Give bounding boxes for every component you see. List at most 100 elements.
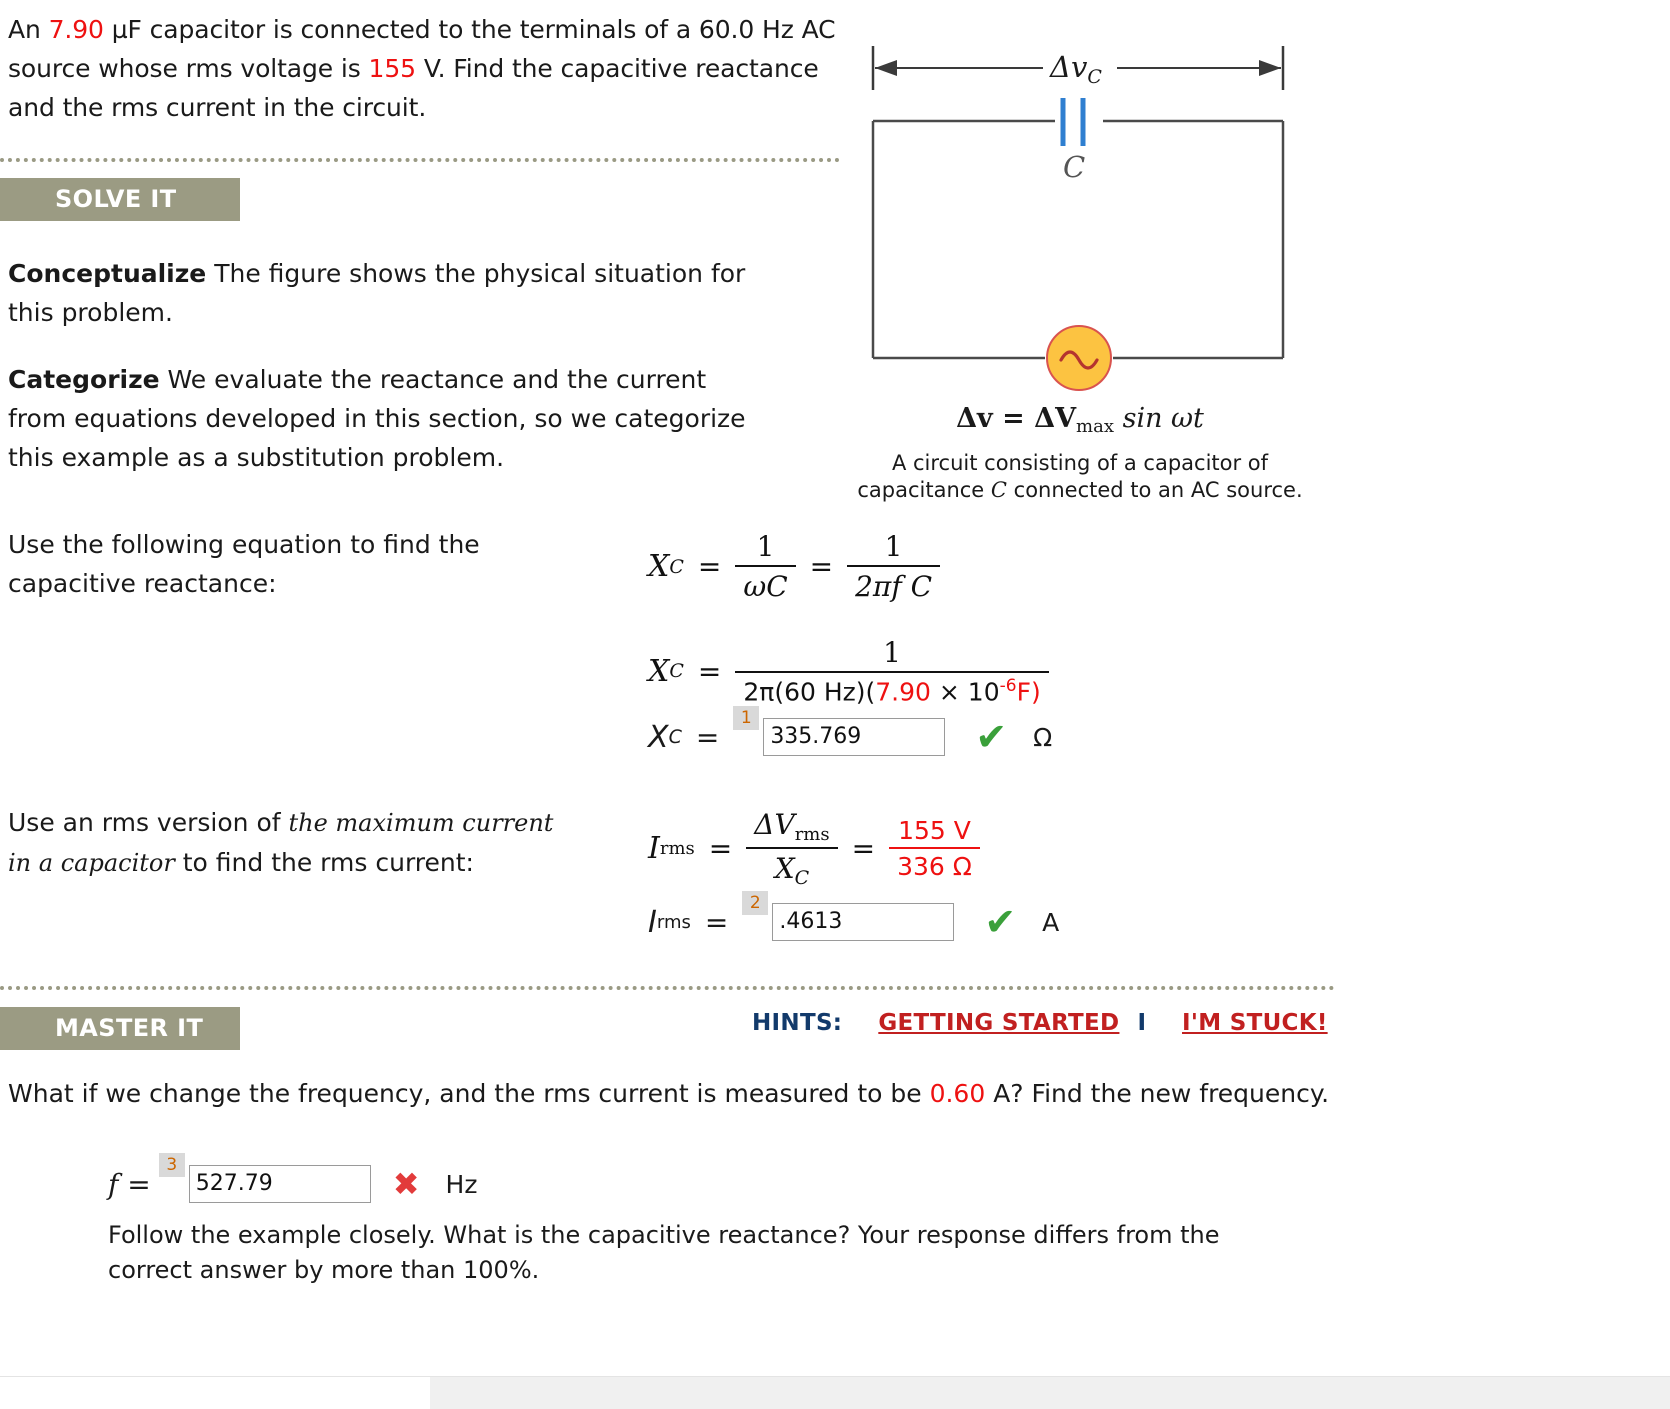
hint-getting-started-link[interactable]: GETTING STARTED — [878, 1010, 1119, 1036]
xc-symbol: X — [648, 549, 670, 584]
fraction2-numerator: 1 — [884, 530, 903, 563]
frequency-label: f = — [108, 1167, 151, 1201]
section-tab-solve-it: SOLVE IT — [0, 178, 240, 221]
fraction-1-over-2pifc: 1 2πf C — [847, 530, 941, 603]
master-it-question: What if we change the frequency, and the… — [8, 1075, 1408, 1113]
source-equation: Δv = ΔVmax sin ωt — [855, 405, 1305, 440]
irms-denominator-symbol: X — [774, 852, 795, 885]
answer-row-irms: Irms = 2 .4613 ✔ A — [648, 891, 1060, 944]
caption-line-2b: connected to an AC source. — [1006, 478, 1303, 502]
delta-vc-subscript: C — [1087, 66, 1102, 88]
denominator-part-1: 2π(60 Hz)( — [743, 677, 876, 707]
irms-subscript: rms — [659, 838, 695, 859]
answer-badge-3[interactable]: 3 — [158, 1153, 185, 1177]
irms-numeric-numerator: 155 V — [898, 816, 971, 845]
capacitor-label: C — [1063, 150, 1086, 184]
denominator-part-2: × 10 — [930, 677, 1000, 707]
equation-xc-symbolic: XC = 1 ωC = 1 2πf C — [648, 530, 941, 603]
answer-input-irms[interactable]: .4613 — [772, 903, 955, 941]
caption-line-2a: capacitance — [857, 478, 991, 502]
delta-vc-text: Δv — [1050, 50, 1088, 84]
problem-voltage-value: 155 — [368, 54, 417, 83]
problem-text-before: An — [8, 15, 49, 44]
irms-symbol: I — [648, 831, 660, 866]
fraction-dvrms-over-xc: ΔVrms XC — [746, 808, 838, 889]
use-equation-instruction: Use the following equation to find the c… — [8, 530, 480, 598]
problem-statement: An 7.90 µF capacitor is connected to the… — [8, 10, 838, 127]
circuit-figure: ΔvC C — [855, 28, 1305, 458]
answer-input-xc[interactable]: 335.769 — [763, 718, 946, 756]
conceptualize-lead: Conceptualize — [8, 259, 207, 288]
equation-xc-numeric: XC = 1 2π(60 Hz)(7.90 × 10-6F) — [648, 636, 1049, 706]
xc-numeric-symbol: X — [648, 653, 670, 689]
answer-irms-symbol: I — [648, 904, 657, 940]
delta-vc-label: ΔvC — [1050, 50, 1102, 88]
conceptualize-paragraph: Conceptualize The figure shows the physi… — [8, 254, 798, 332]
bottom-strip — [0, 1376, 1670, 1409]
irms-equals-2: = — [851, 832, 876, 865]
hints-separator: I — [1137, 1010, 1147, 1036]
correct-check-icon-2: ✔ — [984, 900, 1017, 944]
caption-line-1: A circuit consisting of a capacitor of — [891, 451, 1269, 475]
fraction-155v-over-336ohm: 155 V 336 Ω — [889, 816, 980, 881]
fraction-1-over-omega-c: 1 ωC — [735, 530, 796, 603]
irms-denominator-subscript: C — [794, 867, 810, 889]
denominator-part-3: F) — [1016, 677, 1041, 707]
figure-caption: Δv = ΔVmax sin ωt A circuit consisting o… — [855, 405, 1305, 504]
equals-2: = — [809, 550, 834, 583]
answer-row-xc: XC = 1 335.769 ✔ Ω — [648, 706, 1053, 759]
feedback-message: Follow the example closely. What is the … — [108, 1221, 1220, 1284]
irms-denominator: XC — [767, 849, 817, 889]
caption-line-2: capacitance C connected to an AC source. — [855, 477, 1305, 504]
use-rms-instruction: Use an rms version of the maximum curren… — [8, 803, 578, 883]
problem-capacitance-value: 7.90 — [48, 15, 104, 44]
bottom-strip-shade — [430, 1377, 1670, 1409]
irms-numerator-subscript: rms — [794, 824, 830, 845]
irms-numerator: ΔVrms — [746, 808, 837, 847]
use-rms-prefix: Use an rms version of — [8, 808, 289, 837]
hint-im-stuck-link[interactable]: I'M STUCK! — [1182, 1010, 1328, 1036]
denominator-exponent: -6 — [999, 676, 1017, 696]
answer-xc-subscript: C — [668, 726, 682, 748]
numeric-denominator: 2π(60 Hz)(7.90 × 10-6F) — [735, 673, 1048, 706]
divider-middle — [0, 986, 1335, 990]
divider-top — [0, 158, 840, 162]
hints-label: HINTS: — [752, 1010, 843, 1036]
source-equation-subscript: max — [1076, 416, 1114, 437]
answer-badge-2[interactable]: 2 — [742, 891, 769, 915]
irms-numerator-symbol: ΔV — [754, 808, 795, 841]
master-question-current: 0.60 — [929, 1079, 986, 1108]
source-equation-main: Δv = ΔV — [956, 403, 1077, 434]
answer-xc-equals: = — [695, 720, 720, 754]
answer-unit-ampere: A — [1042, 907, 1060, 937]
equation-irms-symbolic: Irms = ΔVrms XC = 155 V 336 Ω — [648, 808, 980, 889]
answer-input-frequency[interactable]: 527.79 — [188, 1165, 371, 1203]
fraction2-denominator: 2πf C — [855, 570, 933, 603]
categorize-lead: Categorize — [8, 365, 160, 394]
hints-bar: HINTS: GETTING STARTED I I'M STUCK! — [752, 1010, 1328, 1036]
correct-check-icon-1: ✔ — [975, 715, 1008, 759]
xc-numeric-subscript: C — [669, 660, 684, 683]
circuit-diagram-svg — [871, 46, 1285, 391]
answer-irms-equals: = — [704, 905, 729, 939]
categorize-paragraph: Categorize We evaluate the reactance and… — [8, 360, 768, 477]
answer-irms-subscript: rms — [656, 911, 691, 933]
irms-numeric-denominator: 336 Ω — [897, 852, 972, 881]
numeric-numerator: 1 — [883, 636, 901, 669]
fraction-numeric: 1 2π(60 Hz)(7.90 × 10-6F) — [735, 636, 1049, 706]
equals-1: = — [697, 550, 722, 583]
answer-unit-ohm: Ω — [1033, 722, 1053, 752]
answer-xc-symbol: X — [648, 719, 669, 755]
source-equation-tail: sin ωt — [1114, 403, 1204, 434]
answer-row-frequency: f = 3 527.79 ✖ Hz — [108, 1153, 477, 1203]
master-question-before: What if we change the frequency, and the… — [8, 1079, 930, 1108]
answer-badge-1[interactable]: 1 — [733, 706, 760, 730]
irms-equals-1: = — [708, 832, 733, 865]
xc-subscript: C — [669, 555, 684, 578]
incorrect-cross-icon: ✖ — [392, 1165, 420, 1203]
caption-capacitance-symbol: C — [990, 478, 1007, 502]
exercise-page: An 7.90 µF capacitor is connected to the… — [0, 0, 1670, 1409]
master-question-after: A? Find the new frequency. — [985, 1079, 1330, 1108]
section-tab-master-it: MASTER IT — [0, 1007, 240, 1050]
denominator-capacitance: 7.90 — [875, 677, 931, 707]
